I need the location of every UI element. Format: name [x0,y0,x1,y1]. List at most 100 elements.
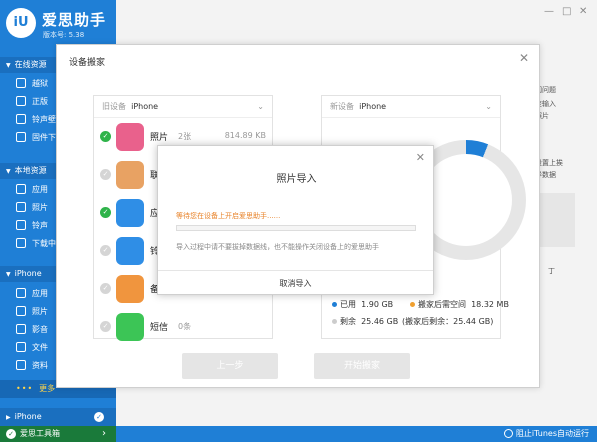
device-name: iPhone [359,102,387,111]
collapse-icon: ▼ [6,62,11,69]
peek-text: 丁 [548,267,555,275]
app-logo: iU 爱思助手 版本号: 5.38 [0,0,116,46]
legend-label: 已用 [340,300,356,309]
prev-step-button[interactable]: 上一步 [182,353,278,379]
apps-icon [16,95,26,106]
legend-value: 1.90 GB [361,300,394,309]
legend-label: 搬家后需空间 [418,300,466,309]
section-label: 本地资源 [14,166,47,175]
legend-value: 18.32 MB [471,300,509,309]
toolbox-label: 爱思工具箱 [20,429,60,438]
device-name: iPhone [131,102,159,111]
item-label: 固件下 [32,133,56,142]
legend-after-free: (搬家后剩余：25.44 GB) [402,317,494,326]
toolbox-icon: ✓ [6,428,16,439]
section-label: 在线资源 [14,60,47,69]
device-prefix: 旧设备 [102,102,126,111]
stop-icon [503,429,513,438]
item-label: 铃声壁 [32,115,56,124]
select-checkbox[interactable]: ✓ [100,245,111,256]
select-checkbox[interactable]: ✓ [100,131,111,142]
contacts-icon [16,359,26,370]
photo-icon [16,201,26,212]
photo-icon [16,305,26,316]
import-tip: 导入过程中请不要拔掉数据线，也不能操作关闭设备上的爱思助手 [176,243,379,251]
data-type-row[interactable]: ✓ 短信 0条 [94,309,274,345]
toolbox-button[interactable]: ✓ 爱思工具箱 › [0,426,116,442]
ringtone-icon [16,113,26,124]
old-device-select[interactable]: 旧设备 iPhone ⌄ [94,96,272,118]
item-label: 资料 [32,361,48,370]
data-type-icon [116,313,144,341]
select-checkbox[interactable]: ✓ [100,169,111,180]
close-icon[interactable]: ✕ [579,6,587,17]
logo-icon: iU [6,8,36,38]
close-icon[interactable]: ✕ [519,51,529,65]
ringtone-icon [16,219,26,230]
cancel-import-button[interactable]: 取消导入 [158,270,433,295]
section-device-2[interactable]: ▶ iPhone ✓ [0,408,116,426]
data-type-name: 照片 [150,133,169,143]
minimize-icon[interactable]: — [544,6,554,17]
chevron-down-icon: ⌄ [257,102,264,111]
dialog-title: 设备搬家 [69,58,106,68]
media-icon [16,323,26,334]
legend-used: 已用 1.90 GB [332,299,393,310]
legend-value: 25.46 GB [361,317,399,326]
new-device-select[interactable]: 新设备 iPhone ⌄ [322,96,500,118]
peek-card [537,193,575,247]
legend-free: 剩余 25.46 GB [332,316,398,327]
apps-icon [16,287,26,298]
item-label: 文件 [32,343,48,352]
select-checkbox[interactable]: ✓ [100,321,111,332]
maximize-icon[interactable]: □ [562,6,571,17]
item-label: 照片 [32,307,48,316]
import-progress-bar [176,225,416,231]
close-icon[interactable]: ✕ [416,151,425,164]
item-label: 正版 [32,97,48,106]
firmware-icon [16,131,26,142]
import-title: 照片导入 [276,174,317,185]
data-type-icon [116,161,144,189]
item-label: 应用 [32,289,48,298]
data-type-icon [116,275,144,303]
download-icon [16,237,26,248]
jailbreak-icon [16,77,26,88]
folder-icon [16,341,26,352]
select-checkbox[interactable]: ✓ [100,283,111,294]
start-migration-button[interactable]: 开始搬家 [314,353,410,379]
collapse-icon: ▼ [6,168,11,175]
status-bar: 阻止iTunes自动运行 [116,426,597,442]
apps-icon [16,183,26,194]
chevron-right-icon: › [102,428,106,439]
section-label: iPhone [14,412,42,421]
item-label: 越狱 [32,79,48,88]
after-dot-icon [410,302,415,307]
used-dot-icon [332,302,337,307]
data-type-size: 814.89 KB [224,131,266,140]
data-type-name: 短信 [150,323,169,333]
item-label: 照片 [32,203,48,212]
itunes-toggle[interactable]: 阻止iTunes自动运行 [503,426,589,442]
app-version: 版本号: 5.38 [43,31,85,39]
select-checkbox[interactable]: ✓ [100,207,111,218]
free-dot-icon [332,319,337,324]
expand-icon: ▶ [6,414,11,421]
more-dots-icon: ••• [16,384,34,393]
data-type-icon [116,199,144,227]
itunes-label: 阻止iTunes自动运行 [515,429,589,438]
app-title: 爱思助手 [42,11,107,29]
data-type-icon [116,123,144,151]
section-label: iPhone [14,269,42,278]
data-type-count: 2张 [178,132,192,141]
item-label: 应用 [32,185,48,194]
data-type-count: 0条 [178,322,192,331]
device-prefix: 新设备 [330,102,354,111]
legend-label: 剩余 [340,317,356,326]
chevron-down-icon: ⌄ [485,102,492,111]
connected-check-icon: ✓ [94,412,104,422]
item-label: 更多 [39,384,56,393]
data-type-icon [116,237,144,265]
item-label: 铃声 [32,221,48,230]
legend-after: 搬家后需空间 18.32 MB [410,299,509,310]
